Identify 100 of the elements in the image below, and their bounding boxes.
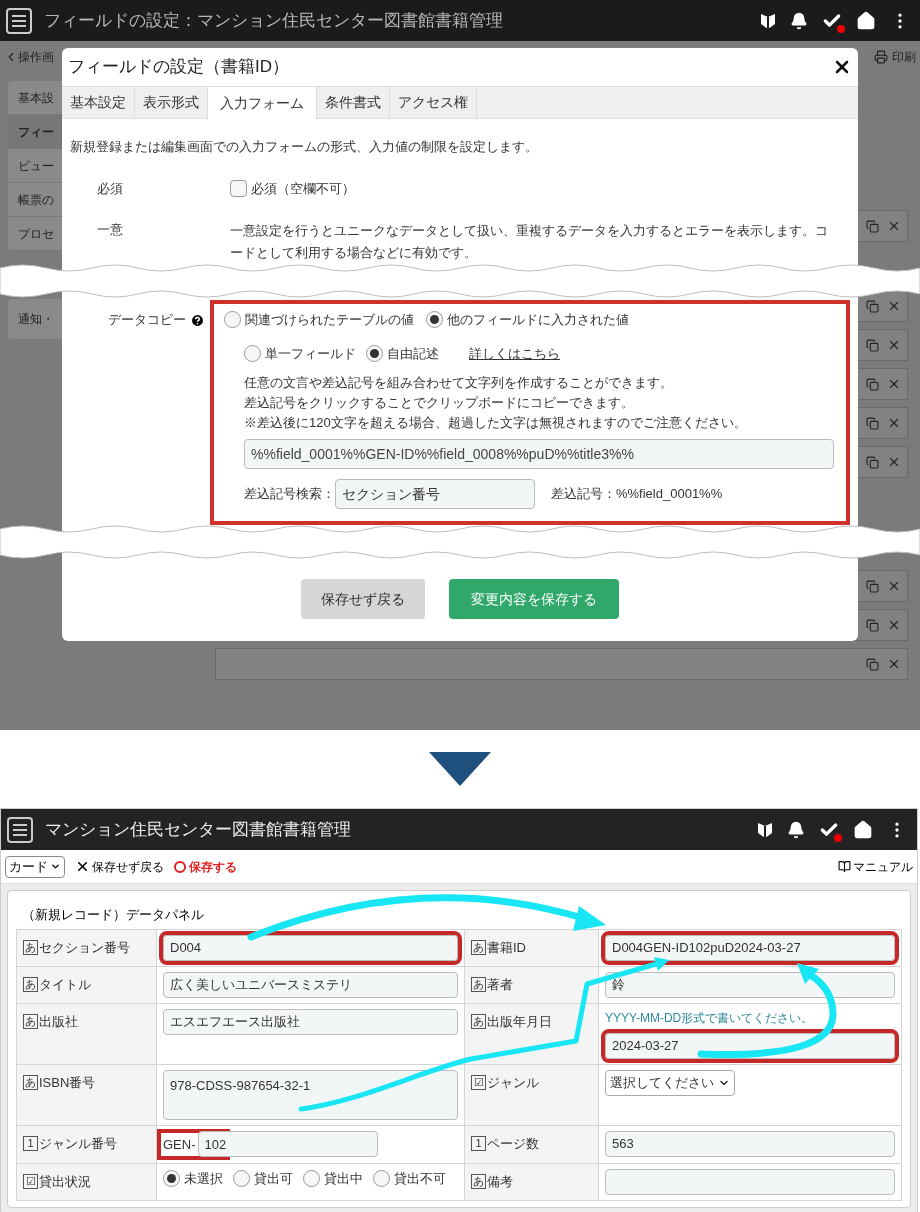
radio-label: 貸出可 — [254, 1170, 293, 1188]
radio-label: 貸出不可 — [394, 1170, 446, 1188]
radio-label: 他のフィールドに入力された値 — [447, 311, 629, 329]
note-text: 差込記号をクリックすることでクリップボードにコピーできます。 — [244, 394, 635, 412]
beginner-mark-icon[interactable] — [760, 11, 776, 30]
copy-icon[interactable] — [866, 416, 879, 430]
radio-label: 関連づけられたテーブルの値 — [245, 311, 414, 329]
app-title: マンション住民センター図書館書籍管理 — [45, 818, 351, 841]
cancel-button[interactable]: 保存せず戻る — [301, 579, 425, 619]
copy-icon[interactable] — [866, 579, 879, 593]
field-type-icon: あ — [23, 1013, 38, 1029]
radio-button[interactable] — [303, 1170, 320, 1188]
radio-label: 自由記述 — [387, 344, 439, 363]
copy-icon[interactable] — [866, 618, 879, 632]
radio-button[interactable] — [163, 1170, 180, 1188]
number-field[interactable]: 102 — [197, 1131, 378, 1158]
bell-icon[interactable] — [790, 11, 808, 30]
text-field[interactable]: 563 — [605, 1130, 895, 1157]
app-title: フィールドの設定：マンション住民センター図書館書籍管理 — [44, 9, 503, 32]
radio-label: 単一フィールド — [265, 344, 356, 363]
text-field[interactable]: エスエフエース出版社 — [163, 1008, 458, 1035]
checkbox-label: 必須（空欄不可） — [251, 179, 355, 198]
bell-icon[interactable] — [787, 820, 805, 839]
field-type-icon: あ — [471, 1174, 486, 1190]
field-type-icon: あ — [471, 939, 486, 955]
hint-text: YYYY-MM-DD形式で書いてください。 — [605, 1009, 815, 1027]
menu-icon[interactable] — [7, 816, 33, 843]
field-label: 備考 — [487, 1173, 513, 1191]
field-type-icon: あ — [23, 939, 38, 955]
field-type-icon: ☑ — [23, 1174, 38, 1190]
tab[interactable]: アクセス権 — [390, 87, 477, 118]
copy-icon[interactable] — [866, 338, 879, 352]
help-link[interactable]: 詳しくはこちら — [469, 343, 560, 363]
copy-icon[interactable] — [866, 455, 879, 469]
cancel-link[interactable]: 保存せず戻る — [92, 857, 164, 876]
note-text: ※差込後に120文字を超える場合、超過した文字は無視されますのでご注意ください。 — [244, 414, 748, 432]
tab[interactable]: 基本設定 — [62, 87, 135, 118]
copy-icon[interactable] — [866, 377, 879, 391]
beginner-mark-icon[interactable] — [757, 820, 773, 839]
help-icon[interactable] — [190, 312, 205, 328]
radio-button[interactable] — [426, 311, 443, 329]
description: 新規登録または編集画面での入力フォームの形式、入力値の制限を設定します。 — [70, 138, 539, 156]
print-link[interactable]: 印刷 — [892, 48, 916, 66]
unique-description: 一意設定を行うとユニークなデータとして扱い、重複するデータを入力するとエラーを表示します。コードとして利用する場合などに有効です。 — [230, 222, 829, 262]
home-icon[interactable] — [853, 819, 873, 840]
tab[interactable]: 条件書式 — [317, 87, 390, 118]
menu-icon[interactable] — [6, 7, 32, 34]
radio-button[interactable] — [366, 344, 383, 362]
text-field[interactable]: 広く美しいユニバースミステリ — [163, 971, 458, 998]
panel-title: （新規レコード）データパネル — [22, 906, 204, 924]
checkbox[interactable] — [230, 179, 247, 197]
radio-button[interactable] — [373, 1170, 390, 1188]
back-link[interactable]: 操作画 — [18, 48, 54, 66]
field-type-icon: あ — [23, 1074, 38, 1090]
field-label: セクション番号 — [39, 938, 130, 957]
field-label: 貸出状況 — [39, 1173, 91, 1191]
field-type-icon: あ — [471, 1013, 486, 1029]
field-label: ISBN番号 — [39, 1073, 96, 1092]
book-icon[interactable] — [838, 860, 851, 873]
copy-icon[interactable] — [866, 219, 879, 233]
radio-button[interactable] — [224, 311, 241, 329]
copy-icon[interactable] — [866, 657, 879, 671]
radio-button[interactable] — [244, 344, 261, 362]
note-text: 任意の文言や差込記号を組み合わせて文字列を作成することができます。 — [244, 374, 674, 392]
field-label: 出版年月日 — [487, 1012, 552, 1031]
field-label: ジャンル番号 — [39, 1134, 117, 1153]
text-field[interactable] — [605, 1169, 895, 1195]
dialog-title: フィールドの設定（書籍ID） — [68, 56, 289, 79]
field-label: データコピー — [108, 311, 186, 330]
field-type-icon: 1 — [471, 1135, 486, 1151]
field-label: 書籍ID — [487, 938, 526, 957]
template-field[interactable]: %%field_0001%%GEN-ID%%field_0008%%puD%%title3%% — [244, 439, 834, 469]
text-area[interactable]: 978-CDSS-987654-32-1 — [163, 1069, 458, 1120]
field-type-icon: 1 — [23, 1135, 38, 1151]
search-field[interactable]: セクション番号 — [335, 479, 535, 509]
radio-button[interactable] — [233, 1170, 250, 1188]
radio-label: 貸出中 — [324, 1170, 363, 1188]
manual-link[interactable]: マニュアル — [853, 857, 913, 876]
tab[interactable]: 入力フォーム — [208, 87, 317, 119]
field-type-icon: あ — [471, 976, 486, 992]
view-dropdown[interactable]: カード — [5, 855, 65, 878]
down-arrow-icon — [429, 752, 491, 786]
field-type-icon: あ — [23, 976, 38, 992]
field-label: ジャンル — [487, 1073, 539, 1092]
radio-label: 未選択 — [184, 1170, 223, 1188]
save-link[interactable]: 保存する — [189, 857, 237, 876]
field-label: 出版社 — [39, 1012, 78, 1031]
close-icon[interactable] — [75, 859, 90, 874]
text-field[interactable]: 鈴 — [605, 971, 895, 998]
field-label: 著者 — [487, 975, 513, 994]
home-icon[interactable] — [856, 10, 876, 31]
symbol-text: 差込記号：%%field_0001%% — [551, 485, 723, 503]
field-label: ページ数 — [487, 1134, 539, 1153]
search-label: 差込記号検索： — [244, 485, 335, 503]
field-label: 一意 — [96, 221, 124, 239]
genre-dropdown[interactable]: 選択してください — [605, 1069, 735, 1096]
prefix-text: GEN- — [163, 1135, 196, 1154]
printer-icon[interactable] — [874, 50, 888, 64]
copy-icon[interactable] — [866, 299, 879, 313]
field-label: 必須 — [96, 179, 124, 198]
